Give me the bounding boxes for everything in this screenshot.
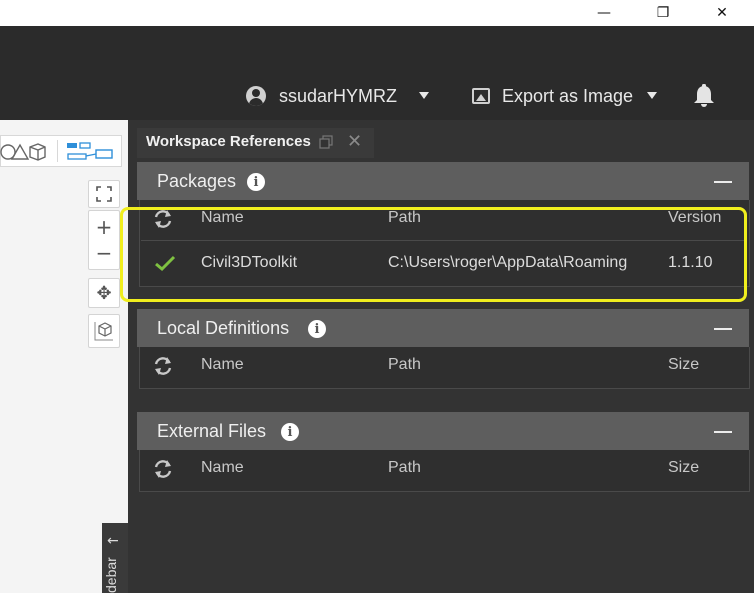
- pan-button[interactable]: ✥: [88, 278, 120, 308]
- collapse-icon[interactable]: [714, 181, 732, 183]
- collapse-icon[interactable]: [714, 431, 732, 433]
- refresh-icon[interactable]: [152, 458, 174, 480]
- sidebar-label: debar: [103, 557, 119, 593]
- pan-icon: ✥: [96, 282, 112, 304]
- column-header-path[interactable]: Path: [388, 356, 421, 374]
- zoom-in-button[interactable]: +: [96, 214, 113, 240]
- section-title-local-definitions: Local Definitions: [157, 318, 290, 338]
- graph-view-icon[interactable]: [66, 141, 114, 163]
- info-icon[interactable]: i: [308, 320, 326, 338]
- collapse-icon[interactable]: [714, 328, 732, 330]
- column-header-path[interactable]: Path: [388, 459, 421, 477]
- user-icon: [246, 86, 266, 106]
- user-menu[interactable]: ssudarHYMRZ: [246, 83, 430, 109]
- username-label: ssudarHYMRZ: [279, 85, 398, 106]
- undock-icon[interactable]: [319, 135, 333, 149]
- 3d-view-button[interactable]: [88, 314, 120, 348]
- export-as-image-button[interactable]: Export as Image: [472, 83, 658, 109]
- zoom-controls: + −: [88, 210, 120, 270]
- zoom-out-button[interactable]: −: [96, 240, 113, 266]
- window-title-bar: — ❐ ✕: [0, 0, 754, 26]
- geometry-view-icon[interactable]: [0, 139, 48, 163]
- export-label: Export as Image: [502, 85, 634, 106]
- bell-icon[interactable]: [693, 84, 715, 108]
- column-header-name[interactable]: Name: [201, 356, 244, 374]
- info-icon[interactable]: i: [247, 173, 265, 191]
- fit-view-button[interactable]: [88, 180, 120, 208]
- app-header: ssudarHYMRZ Export as Image: [0, 26, 754, 120]
- column-header-name[interactable]: Name: [201, 459, 244, 477]
- section-title-packages: Packages: [157, 171, 237, 191]
- toolbar-divider: [57, 140, 58, 162]
- panel-title: Workspace References: [146, 133, 311, 150]
- column-header-size[interactable]: Size: [668, 459, 699, 477]
- arrow-left-icon: ←: [107, 533, 119, 549]
- section-title-external-files: External Files: [157, 421, 267, 441]
- cube-view-icon: [94, 322, 113, 341]
- chevron-down-icon: [647, 91, 658, 99]
- fit-view-icon: [96, 186, 112, 202]
- info-icon[interactable]: i: [281, 423, 299, 441]
- maximize-button[interactable]: ❐: [640, 0, 686, 26]
- export-image-icon: [472, 88, 490, 104]
- chevron-down-icon: [419, 91, 430, 99]
- column-header-size[interactable]: Size: [668, 356, 699, 374]
- close-window-button[interactable]: ✕: [699, 0, 745, 26]
- refresh-icon[interactable]: [152, 355, 174, 377]
- close-panel-button[interactable]: ✕: [347, 131, 362, 152]
- minimize-button[interactable]: —: [581, 0, 627, 26]
- highlight-annotation: [120, 207, 747, 302]
